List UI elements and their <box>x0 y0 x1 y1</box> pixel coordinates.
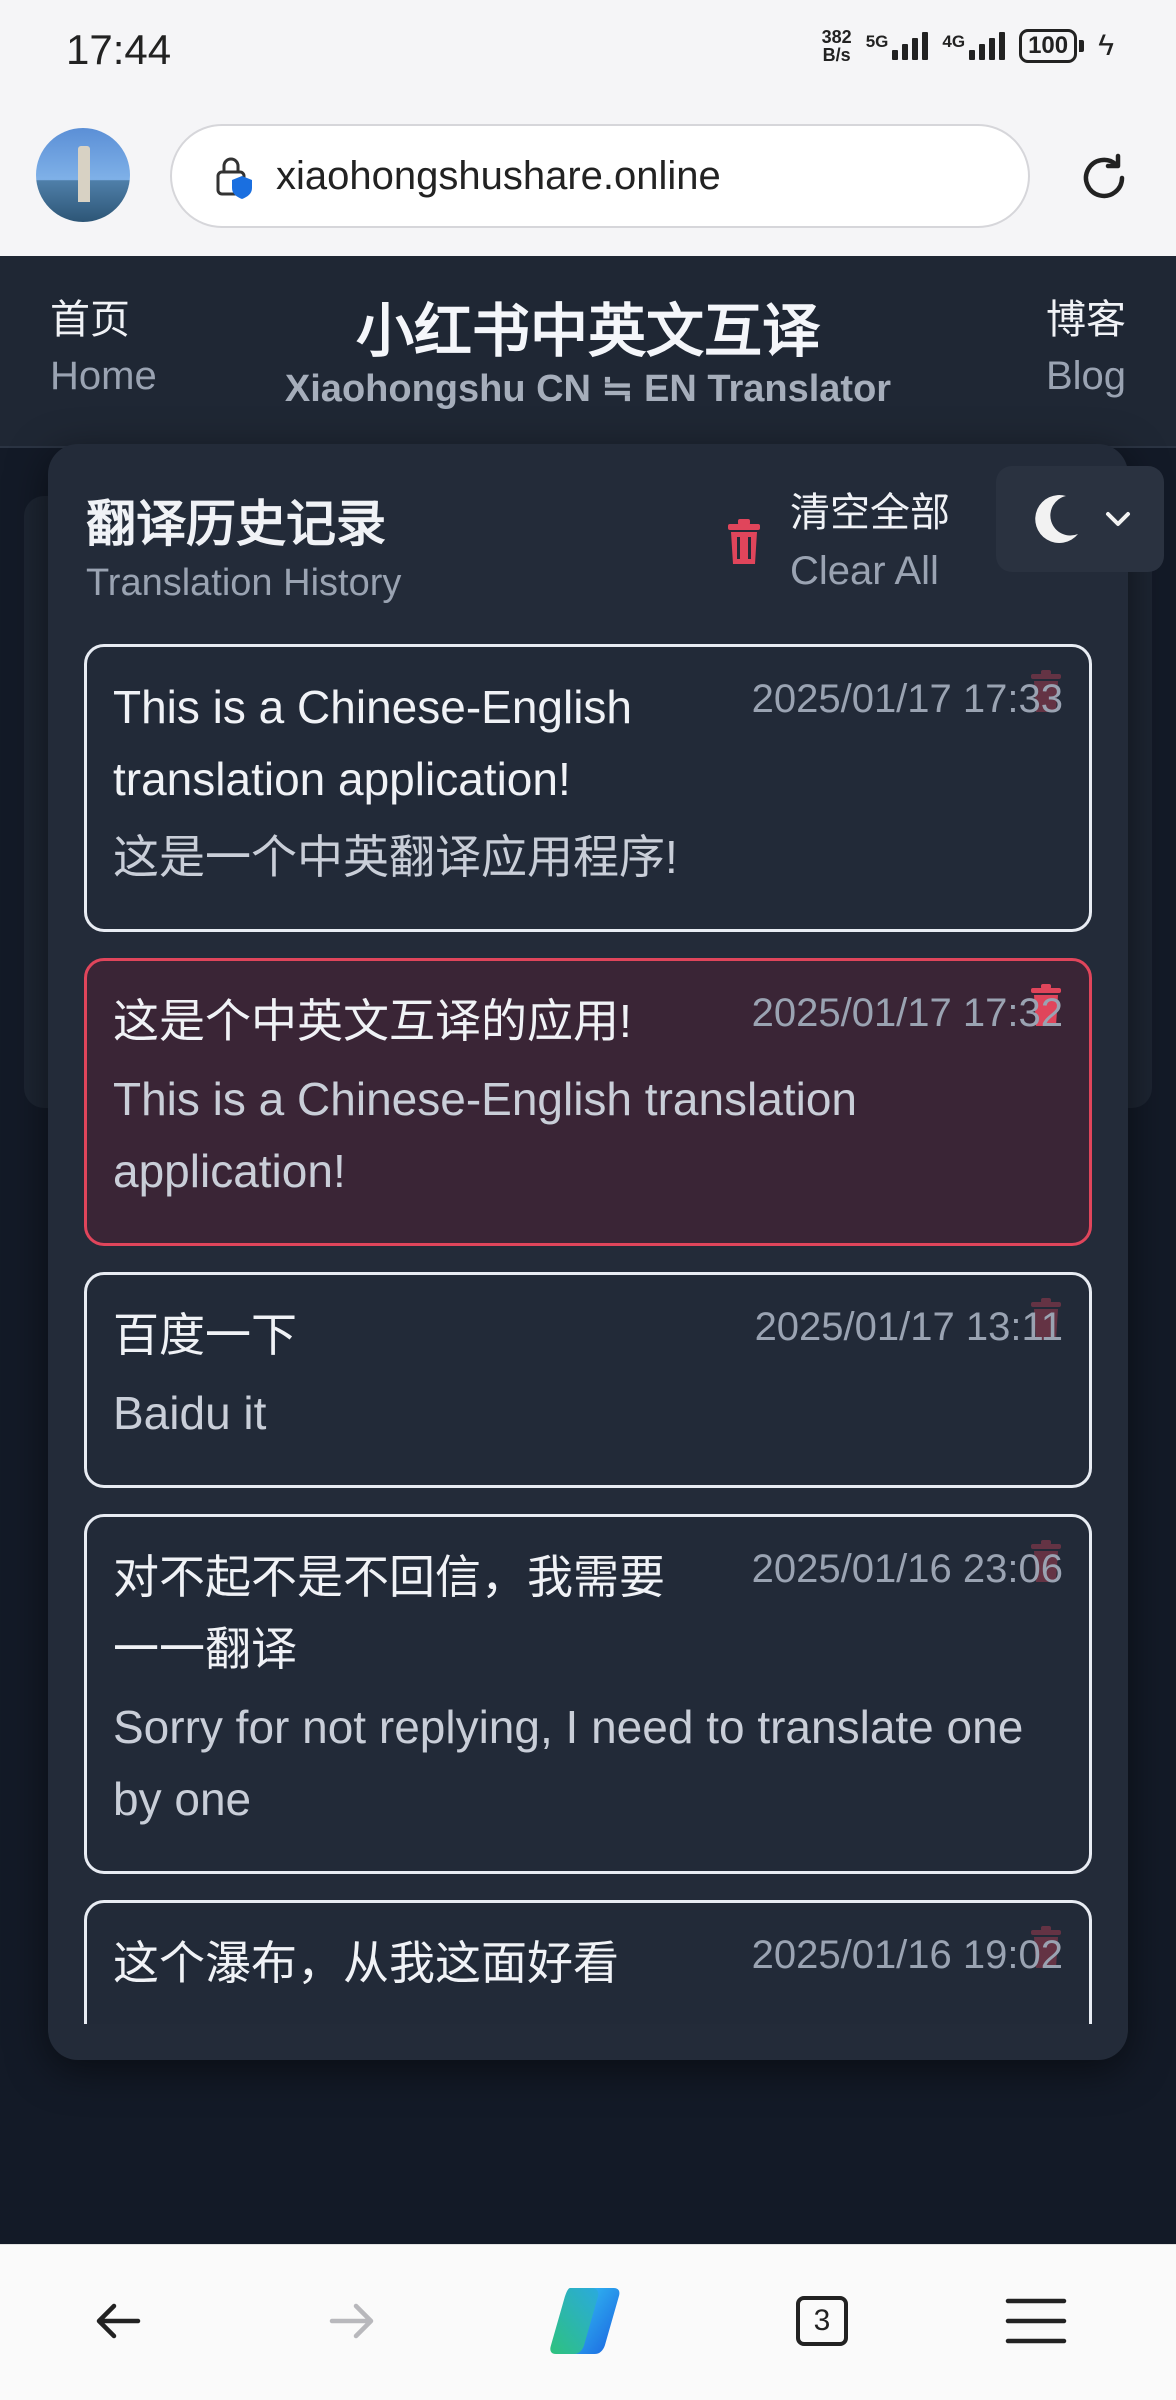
history-item-translation: Baidu it <box>113 1387 267 1439</box>
moon-icon <box>1035 495 1078 544</box>
history-item[interactable]: This is a Chinese-English translation ap… <box>84 644 1092 932</box>
history-item-translation: Sorry for not replying, I need to transl… <box>113 1701 1024 1825</box>
url-text: xiaohongshushare.online <box>276 153 721 198</box>
battery-level: 100 <box>1019 29 1078 63</box>
reload-icon[interactable] <box>1074 148 1134 208</box>
history-item-source: 对不起不是不回信，我需要一一翻译 <box>113 1551 665 1675</box>
arrow-right-icon <box>329 2303 374 2339</box>
signal-4g-label: 4G <box>942 32 966 51</box>
profile-avatar[interactable] <box>36 128 130 222</box>
signal-5g-label: 5G <box>865 32 889 51</box>
charging-icon: ϟ <box>1098 29 1114 62</box>
forward-button[interactable] <box>312 2281 392 2361</box>
history-item-time: 2025/01/16 19:02 <box>751 1933 1063 1977</box>
back-button[interactable] <box>78 2281 158 2361</box>
history-title: 翻译历史记录 <box>86 495 386 553</box>
history-item-source: 百度一下 <box>113 1309 297 1361</box>
nav-blog-label-en: Blog <box>1045 354 1126 398</box>
menu-button[interactable] <box>996 2281 1076 2361</box>
url-field[interactable]: xiaohongshushare.online <box>170 124 1030 228</box>
network-speed-unit: B/s <box>822 45 851 65</box>
history-item-source: This is a Chinese-English translation ap… <box>113 681 633 805</box>
nav-blog-label-zh: 博客 <box>1046 297 1126 343</box>
status-time: 17:44 <box>66 26 172 73</box>
browser-bottom-nav: 3 <box>0 2244 1176 2400</box>
clear-all-button[interactable]: 清空全部 Clear All <box>724 484 950 600</box>
history-item-time: 2025/01/17 17:32 <box>751 991 1063 1035</box>
browser-address-bar: xiaohongshushare.online <box>0 104 1176 256</box>
hamburger-menu-icon <box>1005 2298 1067 2344</box>
history-subtitle: Translation History <box>86 562 402 604</box>
trash-icon <box>728 519 760 564</box>
site-security-icon[interactable] <box>212 152 260 200</box>
network-speed: 382 B/s <box>822 28 852 64</box>
history-item[interactable]: 这是个中英文互译的应用! This is a Chinese-English t… <box>84 958 1092 1246</box>
tab-count: 3 <box>796 2296 848 2346</box>
copilot-icon <box>550 2287 620 2355</box>
clear-all-label-zh: 清空全部 <box>790 490 950 536</box>
history-item-source: 这是个中英文互译的应用! <box>113 995 632 1047</box>
network-speed-value: 382 <box>821 27 852 47</box>
history-item-time: 2025/01/17 13:11 <box>754 1305 1063 1349</box>
history-item-time: 2025/01/17 17:33 <box>751 677 1063 721</box>
signal-4g-icon: 4G <box>942 32 1006 60</box>
nav-blog-link[interactable]: 博客 Blog <box>1046 292 1126 404</box>
history-item-translation: This is a Chinese-English translation ap… <box>113 1073 858 1197</box>
battery-icon: 100 <box>1019 29 1085 63</box>
theme-toggle[interactable] <box>996 466 1164 572</box>
history-item-source: 这个瀑布，从我这面好看 <box>113 1937 619 1989</box>
history-item[interactable]: 对不起不是不回信，我需要一一翻译 Sorry for not replying,… <box>84 1514 1092 1874</box>
site-title: 小红书中英文互译 <box>355 297 820 365</box>
copilot-button[interactable] <box>544 2281 624 2361</box>
clear-all-label-en: Clear All <box>790 549 939 593</box>
history-item-translation: 这是一个中英翻译应用程序! <box>113 831 678 883</box>
history-item-time: 2025/01/16 23:06 <box>751 1547 1063 1591</box>
status-bar: 17:44 382 B/s 5G 4G 100 ϟ <box>0 0 1176 104</box>
arrow-left-icon <box>96 2303 141 2339</box>
site-header: 首页 Home 小红书中英文互译 Xiaohongshu CN ≒ EN Tra… <box>0 256 1176 448</box>
chevron-down-icon <box>1106 512 1130 526</box>
status-icons: 382 B/s 5G 4G 100 ϟ <box>822 28 1114 64</box>
tabs-button[interactable]: 3 <box>782 2281 862 2361</box>
site-subtitle: Xiaohongshu CN ≒ EN Translator <box>284 368 892 410</box>
history-item[interactable]: 百度一下 Baidu it 2025/01/17 13:11 <box>84 1272 1092 1488</box>
history-item[interactable]: 这个瀑布，从我这面好看 2025/01/16 19:02 <box>84 1900 1092 2024</box>
signal-5g-icon: 5G <box>866 32 929 60</box>
history-panel: 翻译历史记录 Translation History 清空全部 Clear Al… <box>48 444 1128 2060</box>
history-list: This is a Chinese-English translation ap… <box>84 644 1092 2024</box>
